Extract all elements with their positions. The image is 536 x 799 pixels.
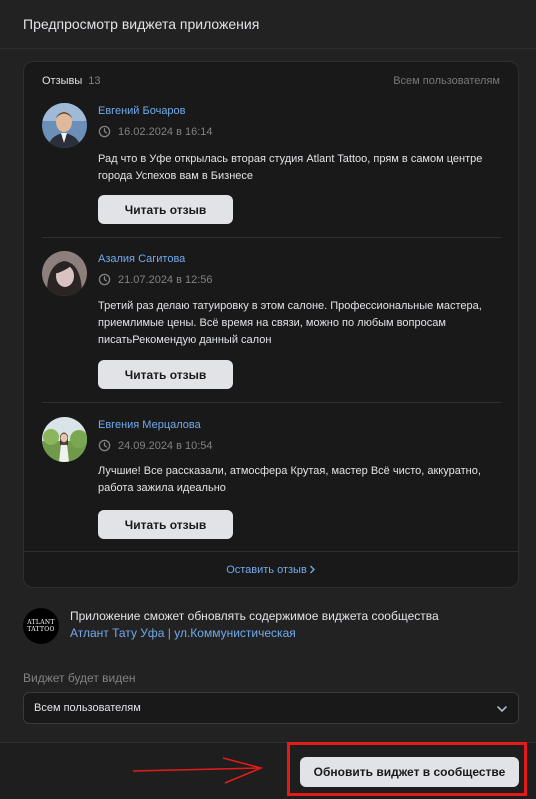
widget-preview: Отзывы 13 Всем пользователям Евгений Боча…	[23, 61, 519, 588]
review-date: 16.02.2024 в 16:14	[98, 125, 213, 138]
review-text: Третий раз делаю татуировку в этом салон…	[98, 300, 482, 346]
read-review-button[interactable]: Читать отзыв	[98, 195, 233, 224]
logo-text-line2: TATTOO	[27, 626, 55, 633]
clock-icon	[98, 439, 111, 452]
review-item: Евгений Бочаров 16.02.2024 в 16:14 Рад ч…	[42, 103, 501, 273]
visibility-select[interactable]: Всем пользователям	[23, 692, 519, 724]
widget-audience: Всем пользователям	[393, 75, 500, 87]
chevron-down-icon	[497, 706, 507, 712]
visibility-label: Виджет будет виден	[23, 671, 136, 685]
review-author[interactable]: Евгений Бочаров	[98, 105, 186, 117]
highlight-annotation	[287, 742, 527, 796]
arrow-annotation	[132, 757, 264, 784]
review-date: 21.07.2024 в 12:56	[98, 273, 213, 286]
review-author[interactable]: Азалия Сагитова	[98, 253, 185, 265]
read-review-button[interactable]: Читать отзыв	[98, 510, 233, 539]
widget-title: Отзывы 13	[42, 75, 101, 87]
review-count: 13	[88, 75, 101, 87]
leave-review-label: Оставить отзыв	[226, 564, 307, 576]
avatar[interactable]	[42, 103, 87, 148]
review-date: 24.09.2024 в 10:54	[98, 439, 213, 452]
leave-review-link[interactable]: Оставить отзыв	[24, 564, 518, 576]
visibility-selected-value: Всем пользователям	[34, 702, 141, 714]
review-divider	[42, 402, 501, 403]
avatar[interactable]	[42, 417, 87, 462]
app-permission-notice: Приложение сможет обновлять содержимое в…	[70, 609, 439, 623]
clock-icon	[98, 273, 111, 286]
dialog-header: Предпросмотр виджета приложения	[0, 0, 536, 49]
community-link[interactable]: Атлант Тату Уфа | ул.Коммунистическая	[70, 626, 296, 640]
review-text: Рад что в Уфе открылась вторая студия At…	[98, 153, 483, 182]
chevron-right-icon	[309, 565, 315, 574]
clock-icon	[98, 125, 111, 138]
community-logo: ATLANT TATTOO	[23, 608, 59, 644]
review-text: Лучшие! Все рассказали, атмосфера Крутая…	[98, 465, 481, 494]
read-review-button[interactable]: Читать отзыв	[98, 360, 233, 389]
app-info: ATLANT TATTOO Приложение сможет обновлят…	[23, 606, 519, 646]
review-date-text: 16.02.2024 в 16:14	[118, 125, 213, 138]
review-date-text: 24.09.2024 в 10:54	[118, 439, 213, 452]
logo-text-line1: ATLANT	[27, 619, 55, 626]
review-author[interactable]: Евгения Мерцалова	[98, 419, 201, 431]
widget-title-text: Отзывы	[42, 75, 83, 87]
review-date-text: 21.07.2024 в 12:56	[118, 273, 213, 286]
review-item: Азалия Сагитова 21.07.2024 в 12:56 Трети…	[42, 251, 501, 421]
widget-footer-divider	[24, 551, 518, 552]
review-item: Евгения Мерцалова 24.09.2024 в 10:54 Луч…	[42, 417, 501, 557]
avatar[interactable]	[42, 251, 87, 296]
widget-preview-dialog: Предпросмотр виджета приложения Отзывы 13…	[0, 0, 536, 799]
dialog-title: Предпросмотр виджета приложения	[23, 16, 260, 32]
review-divider	[42, 237, 501, 238]
